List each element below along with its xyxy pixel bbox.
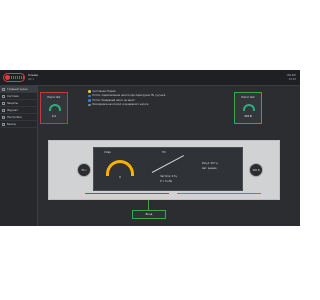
sidebar-item-exit[interactable]: Выход (0, 121, 37, 128)
sidebar-item-system[interactable]: Система (0, 93, 37, 100)
clock-time: 09:58 (288, 77, 296, 81)
system-diagram: 55 с 0 4 бар ПЧ Частота: 0 Гц P = 0 кПа … (48, 140, 280, 200)
flow-line-red (85, 193, 169, 194)
status-dot-icon (88, 99, 91, 102)
shield-icon (2, 101, 5, 105)
home-icon (2, 87, 5, 91)
sidebar-item-settings[interactable]: Настройки (0, 114, 37, 121)
sidebar-item-label: Главный экран (7, 87, 28, 91)
status-legend: Состояние: Норма Поток: переключение нас… (88, 89, 228, 107)
sidebar-item-main[interactable]: Главный экран (0, 86, 37, 93)
pump-1-value: 0 A (51, 115, 57, 118)
outlet-node[interactable]: 220 В (249, 163, 263, 177)
pump-2-title: Насос №2 (241, 96, 255, 99)
app-subtitle: AQ 1 (28, 78, 35, 81)
mode-label: Авт. режим (202, 167, 217, 170)
frequency-label: Частота: 0 Гц (160, 175, 178, 178)
sidebar-item-protection[interactable]: Защиты (0, 100, 37, 107)
main-panel: Насос №1 0 A Состояние: Норма Поток: пер… (38, 86, 300, 226)
pump-1-card[interactable]: Насос №1 0 A (40, 92, 68, 124)
gear-icon (2, 115, 5, 119)
legend-text: Блокировка насоса №1 и резервного насоса (92, 103, 149, 107)
status-dot-icon (88, 103, 91, 106)
brand-logo-icon (3, 73, 25, 82)
sidebar-item-label: Система (7, 94, 19, 98)
app-title: Схема (28, 73, 38, 77)
regulation-label: Регул. 50 Гц (202, 162, 218, 165)
legend-item: Блокировка насоса №1 и резервного насоса (88, 103, 228, 108)
pump-2-value: 222 В (244, 115, 252, 118)
list-icon (2, 108, 5, 112)
sidebar-item-label: Защиты (7, 101, 18, 105)
sidebar: Главный экран Система Защиты Журнал Наст… (0, 86, 38, 226)
connection-status: ONLINE (286, 74, 296, 77)
sidebar-item-label: Журнал (7, 108, 18, 112)
gauge-icon (49, 104, 61, 111)
legend-text: Поток: переключение насоса при перегрузк… (92, 94, 166, 98)
sidebar-item-label: Выход (7, 122, 16, 126)
status-dot-icon (88, 90, 91, 93)
inlet-node[interactable]: 55 с (77, 163, 91, 177)
frequency-gauge-icon (106, 160, 134, 176)
exit-icon (2, 122, 5, 126)
gauge-value: 0 (119, 176, 121, 179)
ramp-line (151, 155, 185, 173)
gauge-icon (243, 104, 255, 111)
status-info: ONLINE 09:58 (287, 74, 296, 81)
control-panel: 0 4 бар ПЧ Частота: 0 Гц P = 0 кПа Регул… (93, 147, 243, 191)
vfd-label: ПЧ (162, 151, 166, 154)
input-box[interactable]: Вход (132, 210, 166, 219)
sidebar-item-label: Настройки (7, 115, 22, 119)
pump-1-title: Насос №1 (47, 96, 61, 99)
app-window: Схема AQ 1 ONLINE 09:58 Главный экран Си… (0, 70, 300, 226)
connector-line (148, 200, 149, 210)
flow-line-green (177, 193, 261, 194)
pump-2-card[interactable]: Насос №2 222 В (234, 92, 262, 124)
status-dot-icon (88, 94, 91, 97)
legend-text: Поток: Резервный насос не занят (92, 98, 135, 102)
system-icon (2, 94, 5, 98)
sidebar-item-log[interactable]: Журнал (0, 107, 37, 114)
top-bar: Схема AQ 1 ONLINE 09:58 (0, 70, 300, 86)
pressure-readout: P = 0 кПа (160, 180, 172, 183)
pressure-label: 4 бар (104, 151, 111, 154)
legend-text: Состояние: Норма (92, 89, 116, 93)
